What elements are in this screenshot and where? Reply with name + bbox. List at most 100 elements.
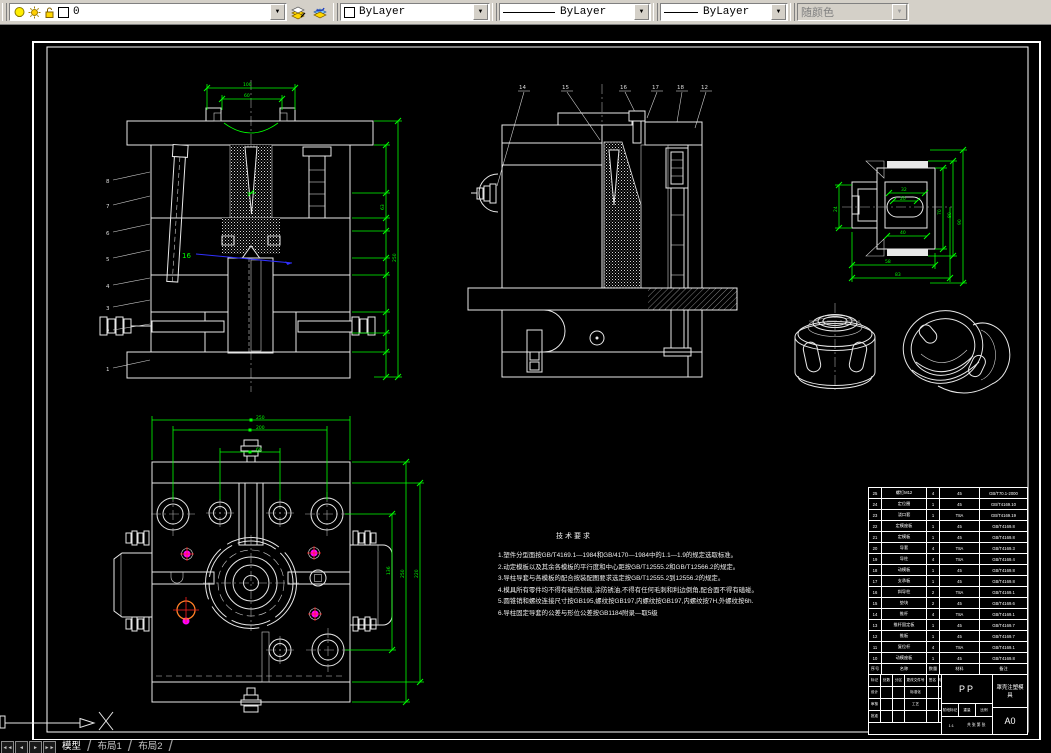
svg-text:90: 90: [957, 219, 963, 225]
layer-control-combo[interactable]: 0 ▼: [9, 3, 287, 21]
bom-material: 45: [940, 521, 980, 532]
tab-layout1[interactable]: 布局1: [91, 740, 127, 753]
bom-qty: 4: [927, 543, 940, 554]
bom-name: 动模座板: [882, 653, 927, 664]
bom-standard: GB/T4169.3: [980, 543, 1027, 554]
bom-row: 13 推杆固定板 1 45 GB/T4169.7: [869, 620, 1027, 631]
layer-freeze-icon[interactable]: [28, 6, 41, 19]
sig-cell: 分区: [893, 675, 905, 687]
material-column: PP 阶段标记重量比例 1:1 共 张 第 张: [942, 675, 993, 734]
linetype-dropdown-arrow[interactable]: ▼: [634, 4, 649, 20]
lineweight-control-combo[interactable]: ByLayer ▼: [660, 3, 788, 21]
layout-tab-bar: ◄◄◄►►► 模型 / 布局1 / 布局2 /: [0, 740, 1051, 753]
bom-qty: 1: [927, 499, 940, 510]
stage-row: 阶段标记重量比例: [942, 704, 992, 717]
svg-text:32: 32: [901, 187, 907, 193]
bom-name: 垫块: [882, 598, 927, 609]
toolbar-separator: [492, 3, 497, 21]
tab-model[interactable]: 模型: [56, 740, 87, 753]
color-dropdown-arrow[interactable]: ▼: [473, 4, 488, 20]
sig-cell: [927, 699, 939, 711]
layer-color-swatch[interactable]: [58, 7, 69, 18]
bom-material: T8A: [940, 543, 980, 554]
ejector-column: [228, 258, 273, 353]
sig-cell: [939, 687, 941, 699]
bom-qty: 1: [927, 521, 940, 532]
linetype-control-combo[interactable]: ByLayer ▼: [499, 3, 651, 21]
tab-layout2[interactable]: 布局2: [132, 740, 168, 753]
bom-qty: 1: [927, 532, 940, 543]
svg-text:5: 5: [106, 257, 110, 263]
bom-seq: 14: [869, 609, 882, 620]
angled-guide-pin: [165, 145, 188, 283]
tech-note-line: 2.动定模板以及其余各模板的平行度和中心距按GB/T12555.2和GB/T12…: [498, 562, 798, 574]
bom-seq: 17: [869, 576, 882, 587]
bom-seq: 11: [869, 642, 882, 653]
svg-text:16: 16: [620, 85, 627, 91]
color-control-combo[interactable]: ByLayer ▼: [340, 3, 490, 21]
bom-row: 17 支承板 1 45 GB/T4169.8: [869, 576, 1027, 587]
bom-standard: GB/T4169.7: [980, 620, 1027, 631]
bom-row: 21 定模板 1 45 GB/T4169.8: [869, 532, 1027, 543]
bom-standard: GB/T4169.8: [980, 521, 1027, 532]
svg-text:250: 250: [256, 415, 265, 421]
plan-view: 250 200 60 136 250: [114, 415, 424, 712]
tab-nav-button[interactable]: ◄◄: [1, 741, 14, 753]
svg-text:100: 100: [243, 82, 252, 88]
tab-nav-button[interactable]: ►►: [43, 741, 56, 753]
bom-standard: GB/T4169.6: [980, 598, 1027, 609]
title-column: 罩壳注塑模具 A0: [993, 675, 1027, 734]
bom-header-seq: 序号: [869, 664, 882, 675]
technical-requirements: 技术要求 1.塑件分型面按GB/T4169.1—1984和GB/4170—198…: [498, 531, 798, 620]
view-f-dimensions: 250 200 60 136 250: [152, 415, 424, 705]
tech-note-line: 3.导柱导套与各模板的配合按装配图要求选定按GB/T12555.2到12556.…: [498, 573, 798, 585]
bom-standard: GB/T4169.7: [980, 631, 1027, 642]
layer-on-icon[interactable]: [13, 6, 26, 19]
bom-qty: 1: [927, 576, 940, 587]
bom-row: 15 垫块 2 45 GB/T4169.6: [869, 598, 1027, 609]
bom-name: 浇口套: [882, 510, 927, 521]
bom-row: 24 定位圈 1 45 GB/T4169.10: [869, 499, 1027, 510]
layer-manager-button[interactable]: [287, 2, 309, 22]
layer-lock-icon[interactable]: [43, 6, 56, 19]
autocad-window: 100 60 63: [0, 0, 1051, 753]
sig-cell: [893, 687, 905, 699]
toolbar-grip[interactable]: [2, 3, 7, 21]
scale-row: 1:1 共 张 第 张: [942, 717, 992, 734]
plotstyle-control-combo: 随颜色 ▼: [797, 3, 909, 21]
bom-name: 斜导柱: [882, 587, 927, 598]
bom-seq: 24: [869, 499, 882, 510]
layer-dropdown-arrow[interactable]: ▼: [270, 4, 285, 20]
svg-text:60: 60: [244, 93, 250, 99]
svg-text:250: 250: [392, 253, 398, 262]
bom-standard: GB/T4169.19: [980, 510, 1027, 521]
linetype-sample: [503, 12, 555, 13]
svg-text:8: 8: [106, 179, 110, 185]
svg-text:14: 14: [519, 85, 526, 91]
toolbar-separator: [333, 3, 338, 21]
bom-name: 推杆固定板: [882, 620, 927, 631]
svg-text:58: 58: [885, 259, 891, 265]
tech-note-line: 1.塑件分型面按GB/T4169.1—1984和GB/4170—1984中的1.…: [498, 550, 798, 562]
tab-nav-button[interactable]: ◄: [15, 741, 28, 753]
svg-text:63: 63: [380, 204, 386, 210]
bom-seq: 22: [869, 521, 882, 532]
sig-cell: [881, 699, 893, 711]
drawing-title: 罩壳注塑模具: [993, 675, 1027, 708]
tab-nav-button[interactable]: ►: [29, 741, 42, 753]
bom-row: 18 动模板 1 45 GB/T4169.8: [869, 565, 1027, 576]
svg-text:20: 20: [900, 196, 906, 202]
bom-material: 45: [940, 598, 980, 609]
bom-name: 导柱: [882, 554, 927, 565]
lineweight-dropdown-arrow[interactable]: ▼: [771, 4, 786, 20]
bom-header-standard: 备注: [980, 664, 1027, 675]
return-pin-markers: [173, 546, 322, 625]
layer-previous-button[interactable]: [309, 2, 331, 22]
bom-standard: GB/T4169.8: [980, 532, 1027, 543]
bom-standard: GB/T4169.1: [980, 642, 1027, 653]
stage-cell: 阶段标记: [942, 704, 959, 716]
lineweight-sample: [664, 12, 698, 13]
bom-name: 推板: [882, 631, 927, 642]
color-value: ByLayer: [359, 6, 473, 18]
sheet-note: 共 张 第 张: [967, 723, 985, 728]
